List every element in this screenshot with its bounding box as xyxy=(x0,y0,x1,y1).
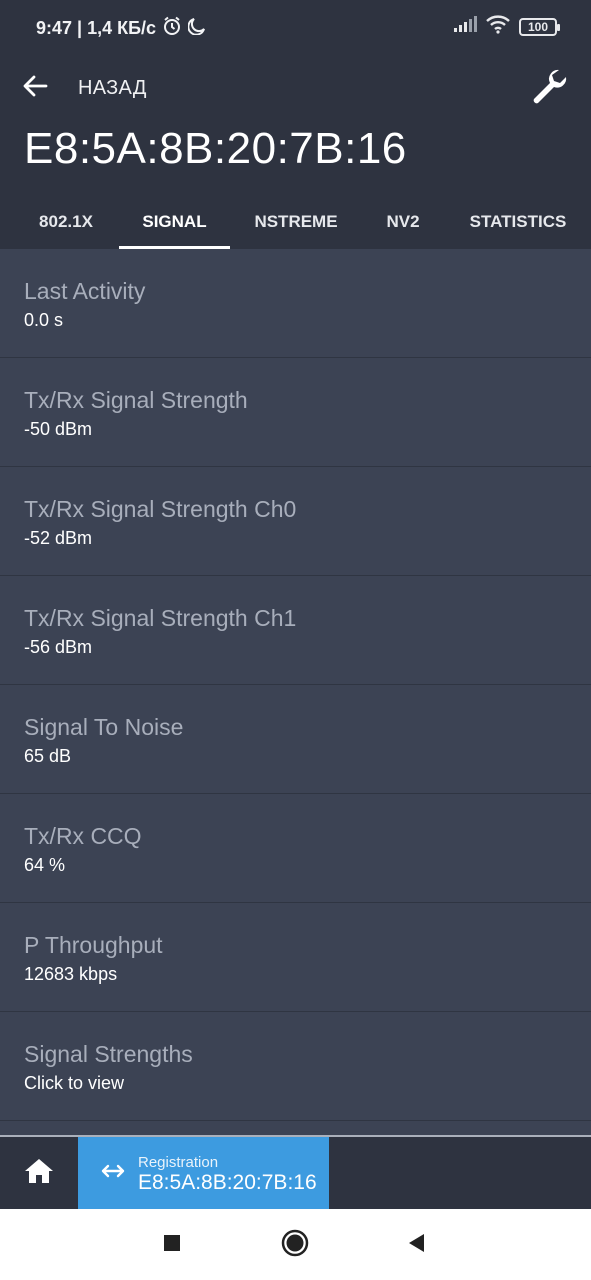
tab-nv2[interactable]: NV2 xyxy=(368,194,438,249)
recents-button[interactable] xyxy=(156,1229,188,1261)
item-value: Click to view xyxy=(24,1073,125,1093)
signal-icon xyxy=(453,15,477,38)
status-bar: 9:47 | 1,4 КБ/с 100 xyxy=(0,0,591,54)
signal-strengths-item[interactable]: Signal Strengths Click to view xyxy=(0,1012,591,1121)
item-label: Tx/Rx Signal Strength xyxy=(24,387,248,413)
arrow-left-icon xyxy=(22,74,48,103)
list-item[interactable]: Tx/Rx CCQ 64 % xyxy=(0,794,591,903)
alarm-icon xyxy=(162,16,182,41)
item-value: 0.0 s xyxy=(24,310,64,330)
item-value: -56 dBm xyxy=(24,637,93,657)
item-label: Tx/Rx CCQ xyxy=(24,823,142,849)
item-label: Signal To Noise xyxy=(24,714,184,740)
wifi-icon xyxy=(485,14,511,39)
list-item[interactable]: Last Activity 0.0 s xyxy=(0,249,591,358)
tab-bar: 802.1X SIGNAL NSTREME NV2 STATISTICS xyxy=(0,194,591,249)
item-label: P Throughput xyxy=(24,932,163,958)
double-arrow-icon xyxy=(100,1161,126,1186)
bottom-bar: Registration E8:5A:8B:20:7B:16 xyxy=(0,1135,591,1209)
item-label: Tx/Rx Signal Strength Ch1 xyxy=(24,605,297,631)
tab-statistics[interactable]: STATISTICS xyxy=(455,194,581,249)
list-item[interactable]: Tx/Rx Signal Strength Ch0 -52 dBm xyxy=(0,467,591,576)
item-value: 65 dB xyxy=(24,746,72,766)
tab-nstreme[interactable]: NSTREME xyxy=(236,194,356,249)
back-nav-button[interactable] xyxy=(400,1229,432,1261)
list-item[interactable]: Signal To Noise 65 dB xyxy=(0,685,591,794)
system-nav-bar xyxy=(0,1209,591,1280)
wrench-icon[interactable] xyxy=(529,66,569,106)
list-item[interactable]: P Throughput 12683 kbps xyxy=(0,903,591,1012)
tab-8021x[interactable]: 802.1X xyxy=(12,194,120,249)
home-icon xyxy=(24,1157,54,1190)
item-value: -50 dBm xyxy=(24,419,93,439)
battery-icon: 100 xyxy=(519,17,560,36)
registration-label: Registration xyxy=(138,1154,219,1171)
home-nav-button[interactable] xyxy=(279,1229,311,1261)
back-label: НАЗАД xyxy=(78,76,147,99)
moon-icon xyxy=(187,17,206,40)
signal-list: Last Activity 0.0 s Tx/Rx Signal Strengt… xyxy=(0,249,591,1121)
status-left: 9:47 | 1,4 КБ/с xyxy=(36,16,206,41)
square-icon xyxy=(162,1233,182,1258)
item-value: 64 % xyxy=(24,855,66,875)
status-time-info: 9:47 | 1,4 КБ/с xyxy=(36,18,157,38)
registration-mac: E8:5A:8B:20:7B:16 xyxy=(138,1171,317,1194)
back-button[interactable]: НАЗАД xyxy=(22,70,222,106)
list-item[interactable]: Tx/Rx Signal Strength -50 dBm xyxy=(0,358,591,467)
status-right: 100 xyxy=(453,14,560,39)
item-value: -52 dBm xyxy=(24,528,93,548)
item-label: Last Activity xyxy=(24,278,146,304)
home-button[interactable] xyxy=(0,1137,78,1209)
item-label: Tx/Rx Signal Strength Ch0 xyxy=(24,496,297,522)
page-title: E8:5A:8B:20:7B:16 xyxy=(24,124,407,173)
circle-icon xyxy=(280,1228,310,1263)
tab-signal[interactable]: SIGNAL xyxy=(119,194,230,249)
triangle-back-icon xyxy=(405,1232,427,1259)
list-item[interactable]: Tx/Rx Signal Strength Ch1 -56 dBm xyxy=(0,576,591,685)
item-label: Signal Strengths xyxy=(24,1041,193,1067)
item-value: 12683 kbps xyxy=(24,964,118,984)
registration-tab[interactable]: Registration E8:5A:8B:20:7B:16 xyxy=(78,1137,329,1209)
app-header: НАЗАД E8:5A:8B:20:7B:16 802.1X SIGNAL NS… xyxy=(0,54,591,249)
battery-level: 100 xyxy=(527,19,549,34)
